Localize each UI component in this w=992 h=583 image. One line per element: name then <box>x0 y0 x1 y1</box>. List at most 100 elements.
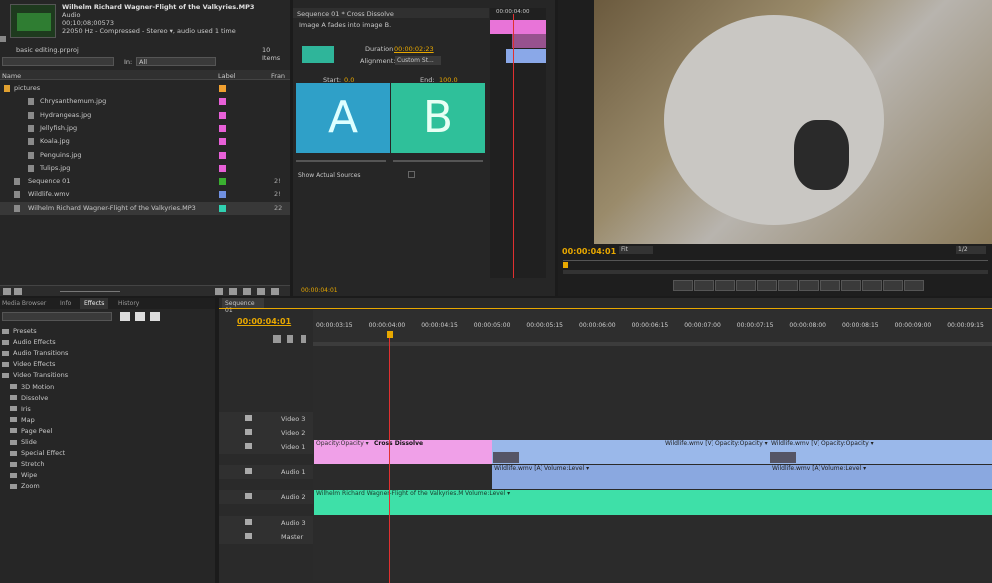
transition-bar[interactable] <box>512 34 546 48</box>
export-frame-button[interactable] <box>904 280 924 291</box>
effects-tree-item[interactable]: Iris <box>0 404 210 415</box>
mark-in-button[interactable] <box>694 280 714 291</box>
cross-dissolve-transition[interactable]: Cross Dissolve <box>372 440 492 451</box>
speaker-icon[interactable] <box>245 519 252 525</box>
transition-preview-icon[interactable] <box>302 46 334 63</box>
eye-icon[interactable] <box>245 443 252 449</box>
track-header[interactable]: Audio 3 <box>219 516 313 530</box>
effects-tree-item[interactable]: Audio Transitions <box>0 348 210 359</box>
monitor-timecode[interactable]: 00:00:04:01 <box>562 247 616 256</box>
column-frame[interactable]: Fran <box>271 72 285 80</box>
timeline-playhead-handle[interactable] <box>387 331 393 338</box>
step-forward-button[interactable] <box>820 280 840 291</box>
label-color-swatch[interactable] <box>219 178 226 186</box>
label-color-swatch[interactable] <box>219 85 226 92</box>
add-marker-button[interactable] <box>673 280 693 291</box>
monitor-zoom-bar[interactable] <box>563 270 988 274</box>
monitor-scrubber[interactable] <box>563 260 988 261</box>
project-item[interactable]: Wildlife.wmv 2! <box>0 188 290 201</box>
icon-view-icon[interactable] <box>14 288 22 295</box>
project-item[interactable]: pictures <box>0 82 290 95</box>
wildlife-a1-volume[interactable]: Volume:Level ▾ <box>542 465 592 475</box>
effects-tree-item[interactable]: Map <box>0 415 210 426</box>
eye-icon[interactable] <box>245 429 252 435</box>
yuv-effects-icon[interactable] <box>150 312 160 321</box>
play-button[interactable] <box>799 280 819 291</box>
project-item[interactable]: Wilhelm Richard Wagner-Flight of the Val… <box>0 201 290 215</box>
project-item[interactable]: Jellyfish.jpg <box>0 122 290 135</box>
project-item[interactable]: Chrysanthemum.jpg <box>0 95 290 108</box>
track-header[interactable]: Master <box>219 530 313 544</box>
32bit-effects-icon[interactable] <box>135 312 145 321</box>
trash-icon[interactable] <box>271 288 279 295</box>
in-filter-select[interactable]: All <box>136 57 216 66</box>
wildlife-v2-opacity[interactable]: Opacity:Opacity ▾ <box>819 440 879 450</box>
effects-tree-item[interactable]: Page Peel <box>0 426 210 437</box>
project-item[interactable]: Sequence 01 2! <box>0 175 290 188</box>
effects-tree-item[interactable]: Audio Effects <box>0 337 210 348</box>
effects-tree-item[interactable]: Video Effects <box>0 359 210 370</box>
track-header[interactable]: Audio 1 <box>219 465 313 479</box>
search-input[interactable] <box>2 57 114 66</box>
clip-a-bar[interactable] <box>490 20 546 34</box>
speaker-icon[interactable] <box>245 533 252 539</box>
effects-tree-item[interactable]: Zoom <box>0 481 210 492</box>
monitor-playhead[interactable] <box>563 262 568 268</box>
duration-value[interactable]: 00:00:02:23 <box>394 45 434 53</box>
start-slider[interactable] <box>296 160 386 162</box>
stop-button[interactable] <box>778 280 798 291</box>
label-color-swatch[interactable] <box>219 191 226 199</box>
wildlife-a2-volume[interactable]: Volume:Level ▾ <box>819 465 869 475</box>
go-to-in-button[interactable] <box>736 280 756 291</box>
end-slider[interactable] <box>393 160 483 162</box>
extract-button[interactable] <box>883 280 903 291</box>
marker-icon[interactable] <box>287 335 293 343</box>
column-name[interactable]: Name <box>2 72 21 80</box>
track-header[interactable]: Video 3 <box>219 412 313 426</box>
fit-select[interactable]: Fit <box>619 246 653 254</box>
resolution-select[interactable]: 1/2 <box>956 246 986 254</box>
tab-media-browser[interactable]: Media Browser <box>2 300 46 307</box>
effects-tree-item[interactable]: Special Effect <box>0 448 210 459</box>
label-color-swatch[interactable] <box>219 138 226 146</box>
label-color-swatch[interactable] <box>219 98 226 106</box>
label-color-swatch[interactable] <box>219 204 226 212</box>
play-icon[interactable] <box>0 36 6 42</box>
track-header[interactable]: Video 2 <box>219 426 313 440</box>
go-to-out-button[interactable] <box>841 280 861 291</box>
project-item[interactable]: Penguins.jpg <box>0 149 290 162</box>
effects-tree-item[interactable]: Slide <box>0 437 210 448</box>
lift-button[interactable] <box>862 280 882 291</box>
zoom-slider[interactable] <box>60 291 120 292</box>
label-color-swatch[interactable] <box>219 111 226 119</box>
wildlife-v1-opacity[interactable]: Opacity:Opacity ▾ <box>713 440 773 450</box>
project-item[interactable]: Hydrangeas.jpg <box>0 109 290 122</box>
speaker-icon[interactable] <box>245 468 252 474</box>
track-header[interactable]: Video 1 <box>219 440 313 454</box>
alignment-select[interactable]: Custom St... <box>395 56 441 65</box>
effects-tree-item[interactable]: 3D Motion <box>0 382 210 393</box>
project-item[interactable]: Tulips.jpg <box>0 162 290 175</box>
label-color-swatch[interactable] <box>219 124 226 132</box>
show-actual-sources-checkbox[interactable] <box>408 171 415 178</box>
list-view-icon[interactable] <box>3 288 11 295</box>
label-color-swatch[interactable] <box>219 164 226 172</box>
find-icon[interactable] <box>229 288 237 295</box>
mark-out-button[interactable] <box>715 280 735 291</box>
step-back-button[interactable] <box>757 280 777 291</box>
new-item-icon[interactable] <box>257 288 265 295</box>
effects-tree-item[interactable]: Dissolve <box>0 393 210 404</box>
accelerated-effects-icon[interactable] <box>120 312 130 321</box>
label-color-swatch[interactable] <box>219 151 226 159</box>
speaker-icon[interactable] <box>245 493 252 499</box>
tab-effects[interactable]: Effects <box>80 298 109 309</box>
new-bin-icon[interactable] <box>243 288 251 295</box>
automate-icon[interactable] <box>215 288 223 295</box>
tab-history[interactable]: History <box>118 300 139 307</box>
music-volume[interactable]: Volume:Level ▾ <box>463 490 513 500</box>
clip-b-bar[interactable] <box>506 49 546 63</box>
effects-tree-item[interactable]: Presets <box>0 326 210 337</box>
add-marker-icon[interactable] <box>301 335 306 343</box>
effect-controls-timecode[interactable]: 00:00:04:01 <box>301 287 338 294</box>
effects-tree-item[interactable]: Video Transitions <box>0 370 210 381</box>
